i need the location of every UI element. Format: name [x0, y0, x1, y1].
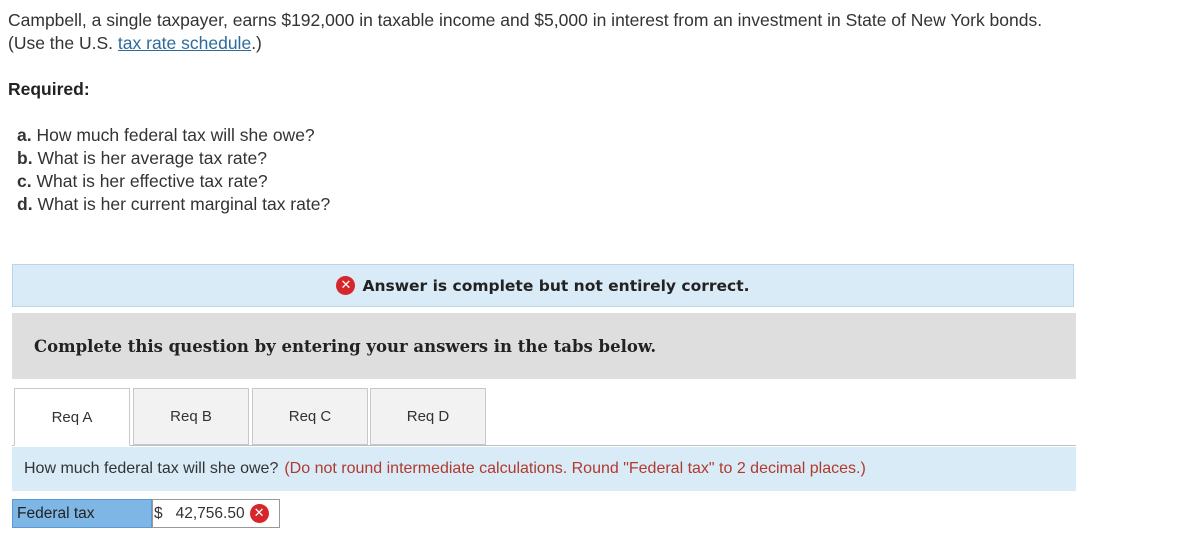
question-letter: c.: [17, 171, 32, 191]
answer-status-text: Answer is complete but not entirely corr…: [362, 276, 750, 295]
question-text: What is her average tax rate?: [37, 148, 267, 168]
question-text: What is her current marginal tax rate?: [37, 194, 331, 214]
tab-req-d[interactable]: Req D: [370, 388, 486, 445]
problem-statement: Campbell, a single taxpayer, earns $192,…: [8, 9, 1042, 55]
tax-rate-schedule-link[interactable]: tax rate schedule: [118, 33, 251, 53]
tab-req-c[interactable]: Req C: [252, 388, 368, 445]
requirement-tabs: Req A Req B Req C Req D: [12, 388, 1076, 446]
tab-req-a[interactable]: Req A: [14, 388, 130, 446]
tab-req-b[interactable]: Req B: [133, 388, 249, 445]
line2-prefix: (Use the U.S.: [8, 33, 118, 53]
question-item: a. How much federal tax will she owe?: [17, 124, 330, 147]
line2-suffix: .): [251, 33, 262, 53]
question-letter: a.: [17, 125, 32, 145]
problem-text-line1: Campbell, a single taxpayer, earns $192,…: [8, 10, 1043, 30]
x-circle-icon: ✕: [336, 276, 356, 295]
question-item: b. What is her average tax rate?: [17, 147, 330, 170]
federal-tax-input[interactable]: $ 42,756.50 ✕: [152, 499, 280, 528]
question-item: c. What is her effective tax rate?: [17, 170, 330, 193]
required-heading: Required:: [8, 79, 90, 99]
instruction-banner: Complete this question by entering your …: [12, 313, 1076, 379]
question-list: a. How much federal tax will she owe? b.…: [17, 124, 330, 216]
x-circle-icon: ✕: [249, 504, 269, 523]
rounding-hint: (Do not round intermediate calculations.…: [284, 460, 866, 477]
answer-row: Federal tax $ 42,756.50 ✕: [12, 499, 280, 528]
federal-tax-value[interactable]: 42,756.50: [176, 505, 245, 523]
instruction-text: Complete this question by entering your …: [34, 336, 657, 356]
question-text: How much federal tax will she owe?: [36, 125, 315, 145]
tab-baseline: [12, 445, 1076, 446]
currency-symbol: $: [154, 504, 163, 522]
question-text: What is her effective tax rate?: [36, 171, 268, 191]
question-prompt-bar: How much federal tax will she owe? (Do n…: [12, 447, 1076, 491]
question-letter: b.: [17, 148, 33, 168]
problem-text-line2: (Use the U.S. tax rate schedule.): [8, 32, 1042, 55]
question-letter: d.: [17, 194, 33, 214]
answer-status-banner: ✕ Answer is complete but not entirely co…: [12, 264, 1074, 307]
federal-tax-label: Federal tax: [12, 499, 152, 528]
question-prompt-text: How much federal tax will she owe?: [24, 460, 279, 477]
question-item: d. What is her current marginal tax rate…: [17, 193, 330, 216]
